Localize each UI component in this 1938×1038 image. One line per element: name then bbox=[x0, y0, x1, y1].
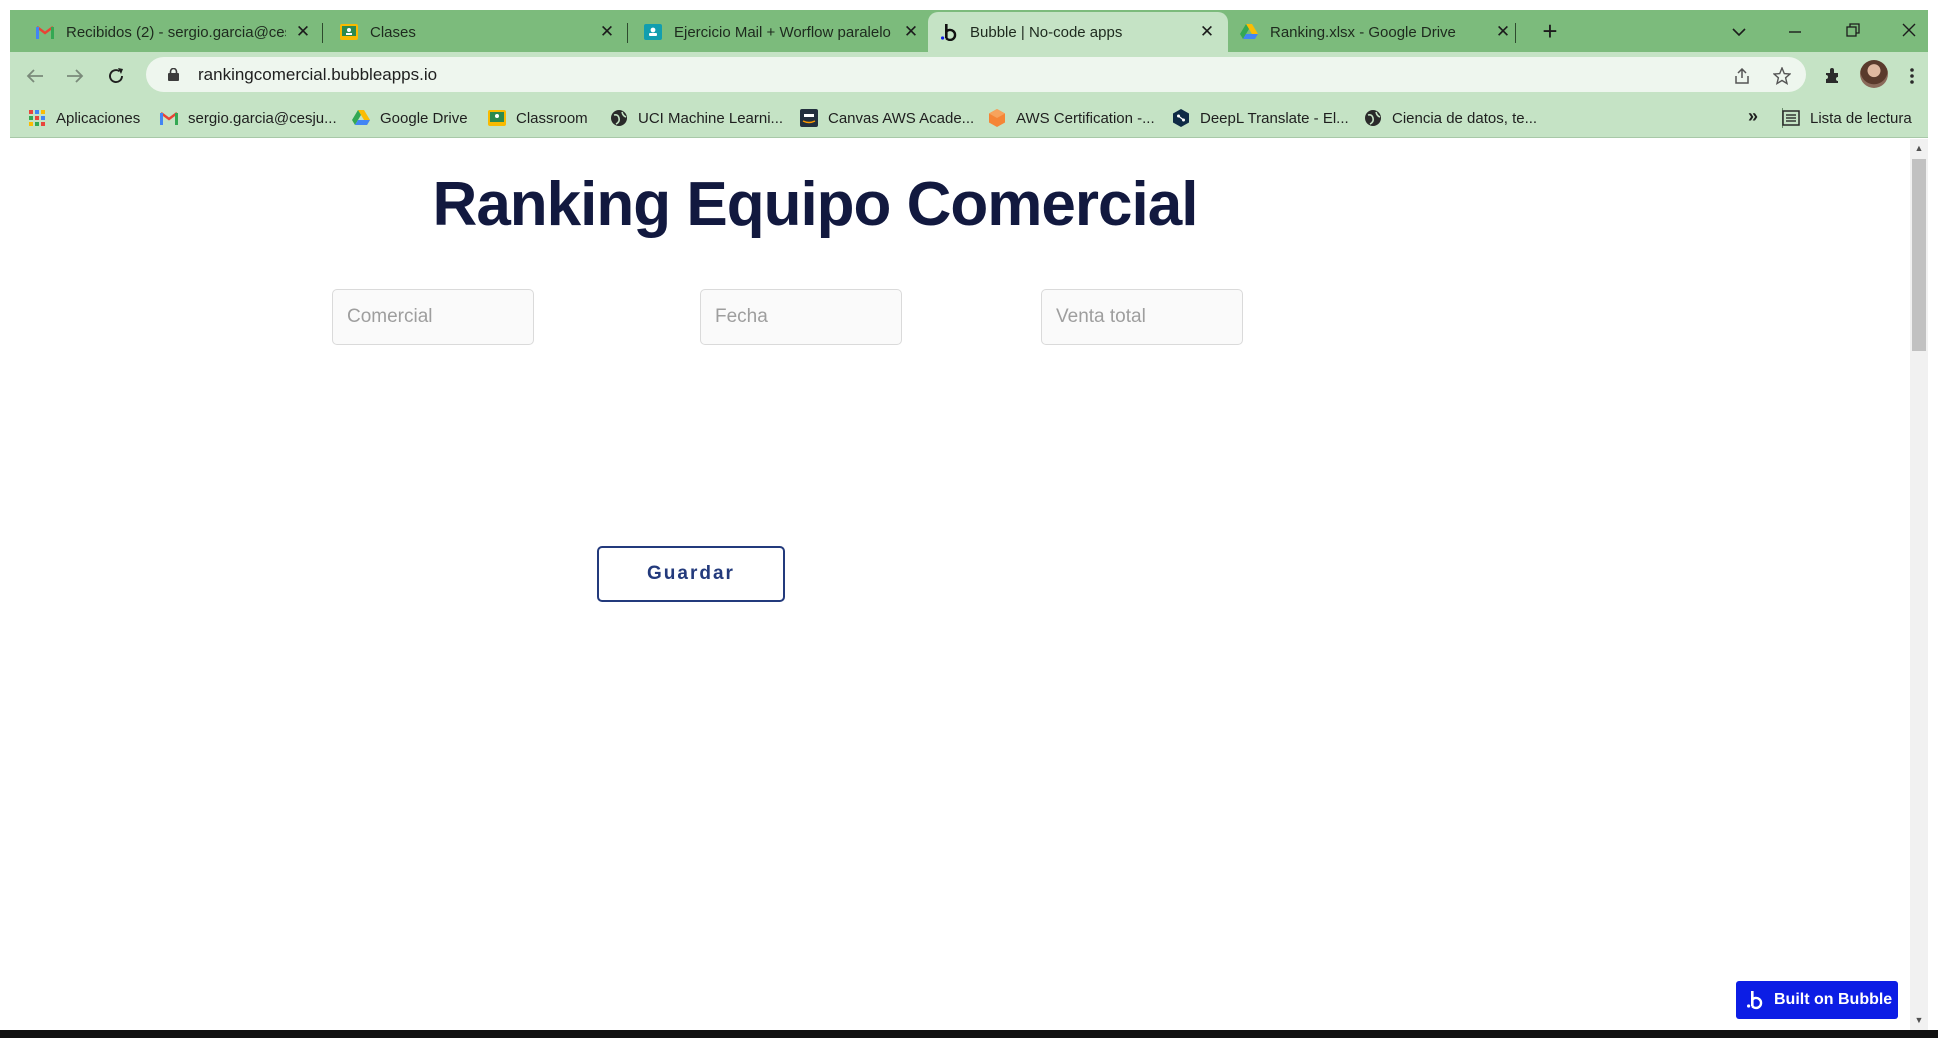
close-icon[interactable]: ✕ bbox=[902, 23, 920, 41]
bookmark-gmail[interactable]: sergio.garcia@cesju... bbox=[160, 106, 337, 130]
scroll-up-arrow-icon[interactable]: ▲ bbox=[1914, 143, 1924, 153]
share-icon[interactable] bbox=[1731, 65, 1753, 87]
guardar-button[interactable]: Guardar bbox=[597, 546, 785, 602]
tab-ranking-drive[interactable]: Ranking.xlsx - Google Drive ✕ bbox=[1228, 12, 1524, 52]
bookmark-label: AWS Certification -... bbox=[1016, 109, 1155, 127]
bubble-logo-icon bbox=[1746, 990, 1764, 1010]
scrollbar-thumb[interactable] bbox=[1912, 159, 1926, 351]
bookmark-label: DeepL Translate - El... bbox=[1200, 109, 1349, 127]
profile-avatar[interactable] bbox=[1860, 60, 1888, 88]
aws-cert-icon bbox=[988, 109, 1006, 127]
gmail-icon bbox=[36, 23, 54, 41]
tab-separator bbox=[322, 23, 323, 43]
aws-icon bbox=[800, 109, 818, 127]
apps-grid-icon bbox=[28, 109, 46, 127]
classroom-assignment-icon bbox=[644, 23, 662, 41]
fecha-input[interactable] bbox=[700, 289, 902, 345]
close-window-button[interactable] bbox=[1894, 18, 1924, 44]
bookmark-ciencia-datos[interactable]: Ciencia de datos, te... bbox=[1364, 106, 1537, 130]
reload-button[interactable] bbox=[103, 63, 129, 89]
page-title: Ranking Equipo Comercial bbox=[432, 170, 1199, 239]
new-tab-button[interactable]: + bbox=[1536, 18, 1564, 46]
minimize-button[interactable] bbox=[1780, 18, 1810, 44]
bookmark-label: Canvas AWS Acade... bbox=[828, 109, 975, 127]
reading-list-icon bbox=[1782, 109, 1800, 127]
scroll-down-arrow-icon[interactable]: ▼ bbox=[1914, 1015, 1924, 1025]
built-on-bubble-badge[interactable]: Built on Bubble bbox=[1736, 981, 1898, 1019]
page-content: Ranking Equipo Comercial Guardar Built o… bbox=[10, 139, 1910, 1030]
tab-gmail[interactable]: Recibidos (2) - sergio.garcia@cesjuanpab… bbox=[24, 12, 324, 52]
tab-label: Ejercicio Mail + Worflow paralelo bbox=[674, 23, 891, 41]
menu-dots-icon[interactable] bbox=[1900, 64, 1924, 88]
classroom-icon bbox=[340, 23, 358, 41]
bookmark-aplicaciones[interactable]: Aplicaciones bbox=[28, 106, 140, 130]
close-icon[interactable]: ✕ bbox=[598, 23, 616, 41]
reading-list-label: Lista de lectura bbox=[1810, 109, 1912, 127]
tab-clases[interactable]: Clases ✕ bbox=[328, 12, 628, 52]
tab-label: Clases bbox=[370, 23, 416, 41]
taskbar-edge bbox=[0, 1030, 1938, 1038]
close-icon[interactable]: ✕ bbox=[1198, 23, 1216, 41]
bookmark-deepl[interactable]: DeepL Translate - El... bbox=[1172, 106, 1349, 130]
tab-strip: Recibidos (2) - sergio.garcia@cesjuanpab… bbox=[10, 10, 1928, 52]
bookmark-label: Aplicaciones bbox=[56, 109, 141, 127]
restore-button[interactable] bbox=[1838, 18, 1868, 44]
forward-button[interactable] bbox=[62, 63, 88, 89]
extensions-icon[interactable] bbox=[1820, 64, 1844, 88]
classroom-icon bbox=[488, 109, 506, 127]
tab-label: Ranking.xlsx - Google Drive bbox=[1270, 23, 1456, 41]
page-scrollbar[interactable]: ▲ ▼ bbox=[1910, 139, 1928, 1030]
deepl-icon bbox=[1172, 109, 1190, 127]
reading-list-button[interactable]: Lista de lectura bbox=[1782, 106, 1912, 130]
tab-bubble[interactable]: Bubble | No-code apps ✕ bbox=[928, 12, 1228, 52]
lock-icon bbox=[168, 67, 179, 86]
bookmark-label: sergio.garcia@cesju... bbox=[188, 109, 337, 127]
tab-separator bbox=[1515, 23, 1516, 43]
bubble-icon bbox=[940, 23, 958, 41]
back-button[interactable] bbox=[22, 63, 48, 89]
google-drive-icon bbox=[352, 109, 370, 127]
google-drive-icon bbox=[1240, 23, 1258, 41]
tab-separator bbox=[627, 23, 628, 43]
bookmark-aws-cert[interactable]: AWS Certification -... bbox=[988, 106, 1155, 130]
close-icon[interactable]: ✕ bbox=[1494, 23, 1512, 41]
badge-label: Built on Bubble bbox=[1774, 991, 1893, 1008]
close-icon[interactable]: ✕ bbox=[294, 23, 312, 41]
url-text: rankingcomercial.bubbleapps.io bbox=[198, 65, 438, 84]
bookmark-google-drive[interactable]: Google Drive bbox=[352, 106, 468, 130]
bookmark-uci[interactable]: UCI Machine Learni... bbox=[610, 106, 783, 130]
comercial-input[interactable] bbox=[332, 289, 534, 345]
more-bookmarks-chevron-icon[interactable]: » bbox=[1748, 106, 1758, 127]
globe-icon bbox=[610, 109, 628, 127]
gmail-icon bbox=[160, 109, 178, 127]
tab-label: Recibidos (2) - sergio.garcia@cesjuanpab… bbox=[66, 23, 286, 41]
tab-search-chevron-icon[interactable] bbox=[1724, 18, 1754, 44]
browser-toolbar: rankingcomercial.bubbleapps.io bbox=[10, 52, 1928, 98]
bookmark-label: Ciencia de datos, te... bbox=[1392, 109, 1538, 127]
venta-total-input[interactable] bbox=[1041, 289, 1243, 345]
address-bar[interactable]: rankingcomercial.bubbleapps.io bbox=[146, 57, 1806, 92]
bookmarks-bar: Aplicaciones sergio.garcia@cesju... Goog… bbox=[10, 98, 1928, 138]
browser-window: Recibidos (2) - sergio.garcia@cesjuanpab… bbox=[0, 0, 1938, 1038]
bookmark-label: UCI Machine Learni... bbox=[638, 109, 784, 127]
bookmark-canvas-aws[interactable]: Canvas AWS Acade... bbox=[800, 106, 974, 130]
bookmark-label: Classroom bbox=[516, 109, 588, 127]
tab-ejercicio[interactable]: Ejercicio Mail + Worflow paralelo ✕ bbox=[632, 12, 932, 52]
bookmark-label: Google Drive bbox=[380, 109, 468, 127]
globe-icon bbox=[1364, 109, 1382, 127]
bookmark-star-icon[interactable] bbox=[1771, 65, 1793, 87]
bookmark-classroom[interactable]: Classroom bbox=[488, 106, 588, 130]
tab-label: Bubble | No-code apps bbox=[970, 23, 1123, 41]
